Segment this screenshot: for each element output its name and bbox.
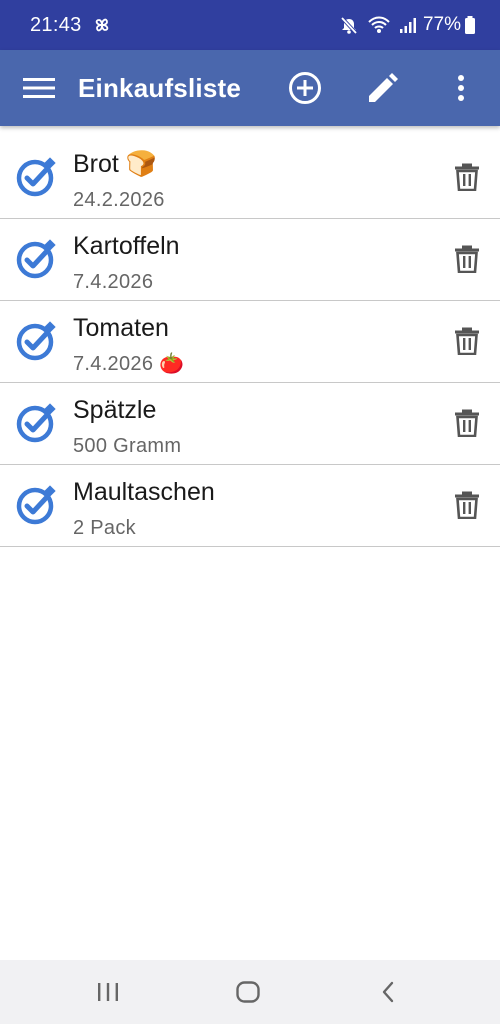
trash-icon[interactable]	[454, 163, 480, 191]
item-detail-text: 500 Gramm	[73, 435, 182, 457]
add-button[interactable]	[266, 50, 344, 126]
edit-pencil-icon	[369, 73, 398, 102]
wifi-icon	[368, 16, 390, 33]
status-bar: 21:43 77%	[0, 0, 500, 50]
item-detail: 7.4.2026 🍅	[73, 351, 184, 376]
item-name-text: Tomaten	[73, 314, 169, 342]
back-chevron-icon	[382, 981, 394, 1003]
list-item[interactable]: Maultaschen 2 Pack	[0, 465, 500, 547]
item-name-text: Kartoffeln	[73, 232, 180, 260]
recent-apps-icon	[98, 983, 118, 1001]
item-detail-text: 2 Pack	[73, 517, 136, 539]
more-vert-icon	[458, 75, 464, 101]
menu-button[interactable]	[0, 50, 78, 126]
trash-icon[interactable]	[454, 409, 480, 437]
page-title: Einkaufsliste	[78, 72, 241, 103]
tomato-emoji: 🍅	[159, 351, 185, 375]
item-detail-text: 7.4.2026	[73, 353, 154, 375]
item-detail: 7.4.2026	[73, 269, 153, 294]
trash-icon[interactable]	[454, 491, 480, 519]
list-item[interactable]: Brot 🍞 24.2.2026	[0, 137, 500, 219]
battery-icon	[465, 16, 475, 34]
status-left: 21:43	[30, 14, 112, 37]
back-button[interactable]	[368, 974, 408, 1010]
trash-icon[interactable]	[454, 245, 480, 273]
trash-icon[interactable]	[454, 327, 480, 355]
app-bar: Einkaufsliste	[0, 50, 500, 126]
battery-percent: 77%	[422, 14, 461, 35]
status-time: 21:43	[30, 13, 82, 36]
list-item[interactable]: Spätzle 500 Gramm	[0, 383, 500, 465]
item-name-text: Brot	[73, 150, 119, 178]
check-circle-icon[interactable]	[16, 403, 56, 443]
bread-emoji: 🍞	[125, 149, 157, 178]
list-item[interactable]: Tomaten 7.4.2026 🍅	[0, 301, 500, 383]
add-circle-icon	[289, 72, 321, 104]
home-icon	[236, 981, 260, 1003]
shopping-list: Brot 🍞 24.2.2026 Kartoffeln 7.4.2026 Tom…	[0, 137, 500, 547]
mute-icon	[340, 16, 358, 35]
navigation-bar	[0, 960, 500, 1024]
item-name: Kartoffeln	[73, 231, 180, 261]
home-button[interactable]	[228, 974, 268, 1010]
more-options-button[interactable]	[422, 50, 500, 126]
screen: 21:43 77% Einkaufsliste Brot 🍞 24.2.2026…	[0, 0, 500, 1024]
check-circle-icon[interactable]	[16, 485, 56, 525]
check-circle-icon[interactable]	[16, 321, 56, 361]
item-detail: 24.2.2026	[73, 187, 165, 212]
item-name: Brot 🍞	[73, 149, 157, 179]
signal-icon	[399, 18, 416, 33]
recent-apps-button[interactable]	[88, 974, 128, 1010]
item-name: Tomaten	[73, 313, 169, 343]
pinwheel-icon	[95, 18, 108, 32]
menu-icon	[23, 78, 55, 98]
item-detail: 2 Pack	[73, 515, 136, 540]
item-name: Spätzle	[73, 395, 156, 425]
check-circle-icon[interactable]	[16, 239, 56, 279]
item-detail: 500 Gramm	[73, 433, 181, 458]
check-circle-icon[interactable]	[16, 157, 56, 197]
item-name-text: Spätzle	[73, 396, 157, 424]
item-detail-text: 7.4.2026	[73, 271, 154, 293]
status-right: 77%	[331, 14, 476, 36]
item-name-text: Maultaschen	[73, 478, 215, 506]
list-item[interactable]: Kartoffeln 7.4.2026	[0, 219, 500, 301]
item-detail-text: 24.2.2026	[73, 189, 165, 211]
edit-button[interactable]	[344, 50, 422, 126]
item-name: Maultaschen	[73, 477, 215, 507]
